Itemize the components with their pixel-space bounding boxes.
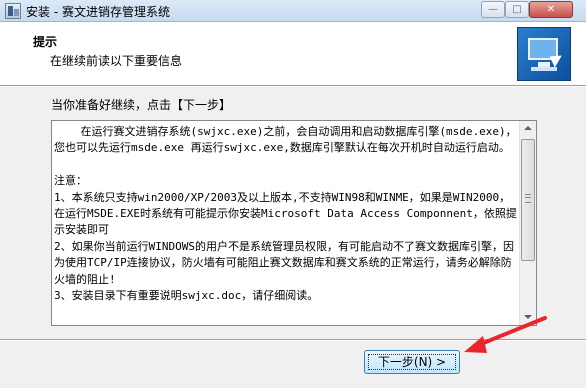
scroll-thumb[interactable] [521,139,535,261]
maximize-icon: □ [512,4,522,15]
vertical-scrollbar[interactable] [519,121,536,325]
minimize-icon: — [488,4,498,15]
info-text: 在运行赛文进销存系统(swjxc.exe)之前，会自动调用和启动数据库引擎(ms… [54,125,517,303]
close-button[interactable]: ✕ [529,1,573,18]
wizard-footer: 下一步(N) > [0,341,586,388]
next-button[interactable]: 下一步(N) > [364,350,460,374]
maximize-button[interactable]: □ [505,1,529,18]
wizard-content: 当你准备好继续，点击【下一步】 在运行赛文进销存系统(swjxc.exe)之前，… [0,87,586,339]
continue-prompt: 当你准备好继续，点击【下一步】 [51,98,232,112]
close-icon: ✕ [546,4,556,15]
title-bar[interactable]: 安装 - 赛文进销存管理系统 — □ ✕ [0,0,586,22]
scroll-up-icon[interactable] [520,121,536,137]
wizard-header: 提示 在继续前读以下重要信息 [0,23,586,85]
scroll-down-icon[interactable] [520,309,536,325]
info-memo[interactable]: 在运行赛文进销存系统(swjxc.exe)之前，会自动调用和启动数据库引擎(ms… [51,120,537,326]
computer-setup-icon [517,27,571,81]
installer-icon [5,3,21,19]
window-title: 安装 - 赛文进销存管理系统 [26,5,170,19]
minimize-button[interactable]: — [481,1,505,18]
page-title: 提示 [33,35,58,49]
page-subtitle: 在继续前读以下重要信息 [50,54,183,68]
